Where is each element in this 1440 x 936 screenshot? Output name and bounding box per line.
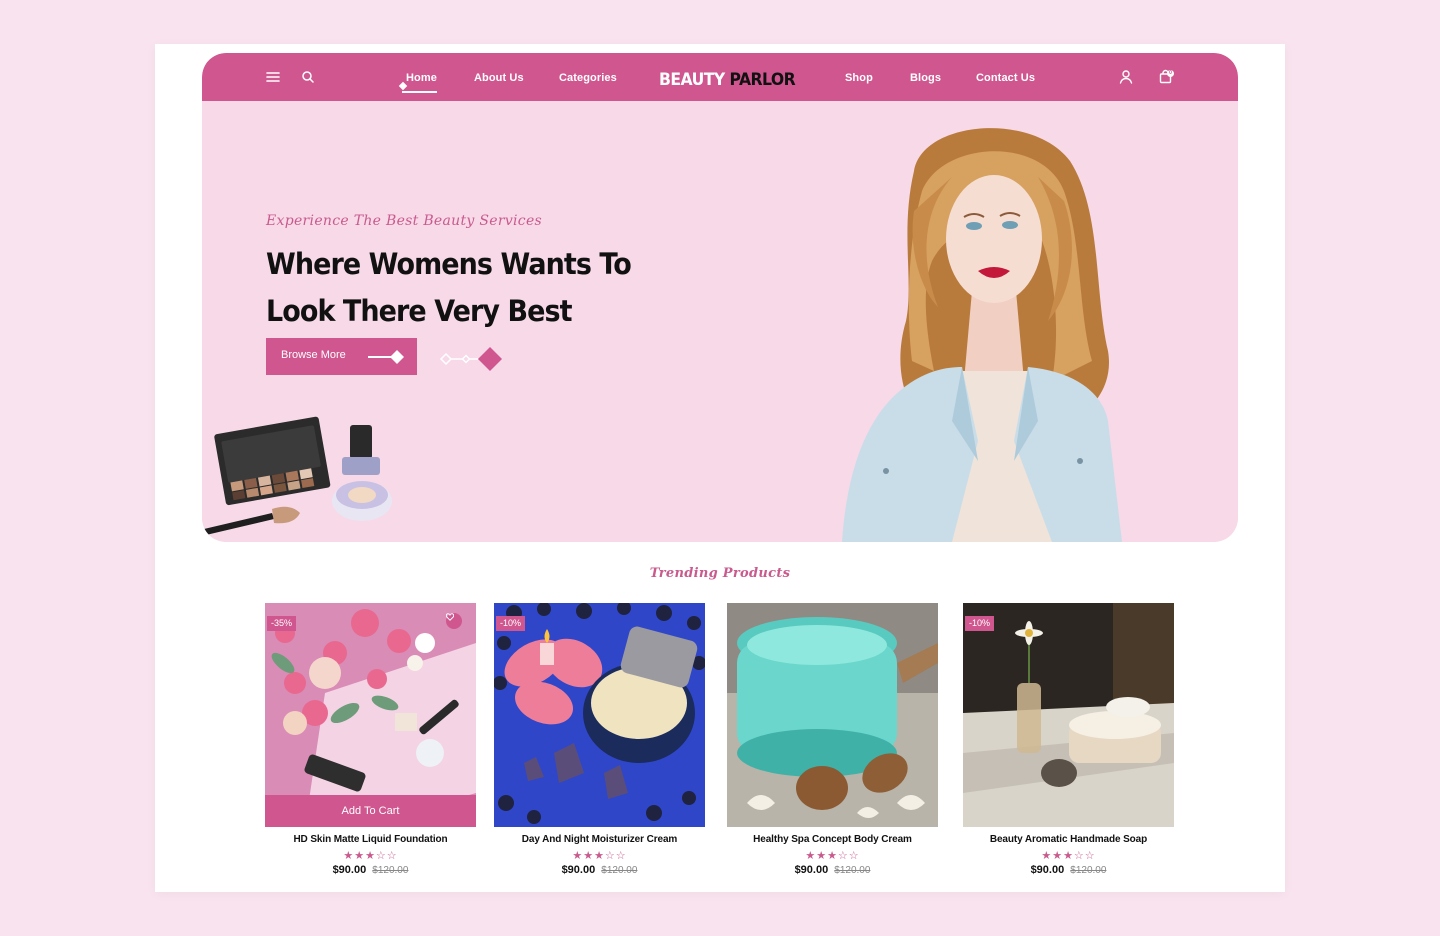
browse-more-label: Browse More bbox=[281, 349, 346, 361]
product-name[interactable]: Day And Night Moisturizer Cream bbox=[494, 834, 705, 845]
old-price: $120.00 bbox=[834, 865, 871, 876]
nav-categories[interactable]: Categories bbox=[559, 72, 617, 84]
product-card[interactable]: Healthy Spa Concept Body Cream ★★★☆☆ $90… bbox=[727, 603, 938, 876]
slider-indicator[interactable] bbox=[438, 346, 508, 374]
discount-badge: -35% bbox=[267, 616, 297, 631]
nav-contact-us[interactable]: Contact Us bbox=[976, 72, 1035, 84]
site-logo[interactable]: BEAUTY PARLOR bbox=[659, 70, 796, 90]
current-price: $90.00 bbox=[794, 864, 829, 876]
logo-part-2: PARLOR bbox=[729, 70, 796, 90]
wishlist-button[interactable] bbox=[446, 613, 462, 629]
nav-blogs[interactable]: Blogs bbox=[910, 72, 941, 84]
menu-icon[interactable] bbox=[264, 68, 282, 86]
hero-title-line-2: Look There Very Best bbox=[266, 294, 573, 328]
logo-part-1: BEAUTY bbox=[659, 70, 725, 90]
current-price: $90.00 bbox=[561, 864, 596, 876]
nav-home[interactable]: Home bbox=[402, 72, 437, 93]
hero-tagline: Experience The Best Beauty Services bbox=[266, 213, 543, 229]
old-price: $120.00 bbox=[1070, 865, 1107, 876]
product-rating: ★★★☆☆ bbox=[572, 849, 627, 862]
product-rating: ★★★☆☆ bbox=[1041, 849, 1096, 862]
heart-icon bbox=[446, 613, 454, 621]
trending-products-title: Trending Products bbox=[649, 566, 791, 581]
product-card[interactable]: -35% Add To Cart HD Skin Matte Liquid Fo… bbox=[265, 603, 476, 876]
product-price: $90.00 $120.00 bbox=[963, 864, 1174, 876]
product-image[interactable]: -10% bbox=[963, 603, 1174, 827]
product-price: $90.00 $120.00 bbox=[265, 864, 476, 876]
product-card[interactable]: -10% Beauty Aromatic Handmade Soap ★★★☆☆… bbox=[963, 603, 1174, 876]
browse-more-button[interactable]: Browse More bbox=[266, 338, 417, 375]
model-woman-image bbox=[842, 128, 1122, 542]
hero-title-line-1: Where Womens Wants To bbox=[266, 247, 632, 281]
user-icon[interactable] bbox=[1117, 68, 1135, 86]
old-price: $120.00 bbox=[372, 865, 409, 876]
current-price: $90.00 bbox=[1030, 864, 1065, 876]
hero-banner: Home About Us Categories BEAUTY PARLOR S… bbox=[202, 53, 1238, 542]
add-to-cart-button[interactable]: Add To Cart bbox=[265, 795, 476, 827]
product-image[interactable] bbox=[727, 603, 938, 827]
discount-badge: -10% bbox=[965, 616, 995, 631]
product-rating: ★★★☆☆ bbox=[805, 849, 860, 862]
product-name[interactable]: Beauty Aromatic Handmade Soap bbox=[963, 834, 1174, 845]
product-image[interactable]: -35% Add To Cart bbox=[265, 603, 476, 827]
cart-count-badge: 0 bbox=[1167, 70, 1174, 77]
product-image[interactable]: -10% bbox=[494, 603, 705, 827]
nav-about-us[interactable]: About Us bbox=[474, 72, 524, 84]
hero-title: Where Womens Wants To Look There Very Be… bbox=[266, 241, 657, 335]
product-rating: ★★★☆☆ bbox=[343, 849, 398, 862]
current-price: $90.00 bbox=[332, 864, 367, 876]
product-price: $90.00 $120.00 bbox=[727, 864, 938, 876]
product-name[interactable]: Healthy Spa Concept Body Cream bbox=[727, 834, 938, 845]
makeup-palette-image bbox=[204, 416, 392, 535]
arrow-diamond-icon bbox=[368, 350, 404, 364]
nav-shop[interactable]: Shop bbox=[845, 72, 873, 84]
old-price: $120.00 bbox=[601, 865, 638, 876]
product-card[interactable]: -10% Day And Night Moisturizer Cream ★★★… bbox=[494, 603, 705, 876]
product-name[interactable]: HD Skin Matte Liquid Foundation bbox=[265, 834, 476, 845]
top-navbar: Home About Us Categories BEAUTY PARLOR S… bbox=[202, 53, 1238, 101]
product-price: $90.00 $120.00 bbox=[494, 864, 705, 876]
discount-badge: -10% bbox=[496, 616, 526, 631]
search-icon[interactable] bbox=[299, 68, 317, 86]
